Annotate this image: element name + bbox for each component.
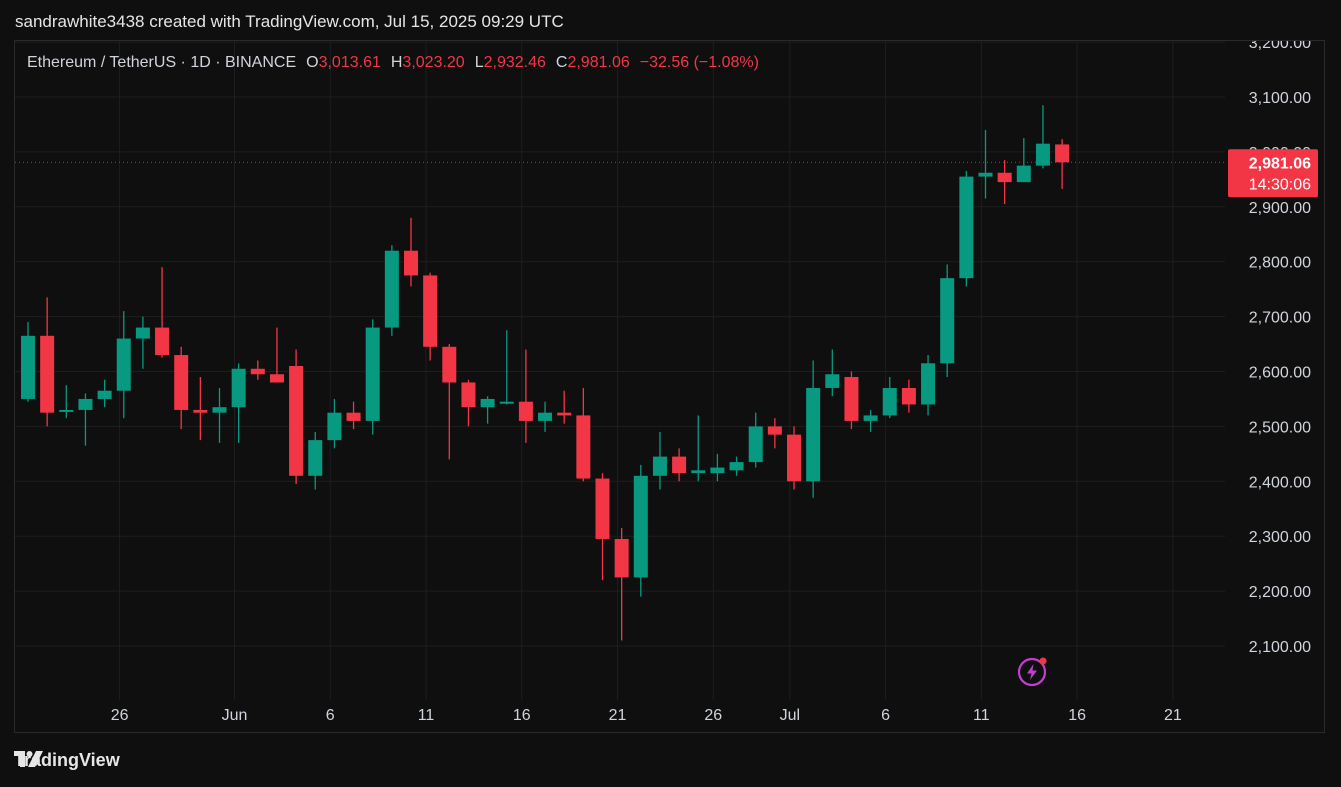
x-tick-label: Jul [780, 707, 800, 724]
candle-body [21, 335, 35, 399]
candle-body [97, 390, 112, 399]
candle-body [308, 440, 323, 476]
candle-body [116, 338, 131, 391]
y-tick-label: 2,200.00 [1249, 584, 1311, 601]
candle-body [59, 409, 74, 412]
y-tick-label: 2,700.00 [1249, 310, 1311, 327]
candle-body [193, 409, 208, 413]
x-tick-label: Jun [222, 707, 248, 724]
candle-body [327, 412, 342, 441]
candle-body [576, 415, 591, 479]
tradingview-footer[interactable]: TradingView [14, 750, 120, 771]
candle-body [825, 374, 840, 388]
y-tick-label: 2,400.00 [1249, 474, 1311, 491]
x-tick-label: 16 [513, 707, 531, 724]
change-value: −32.56 (−1.08%) [639, 54, 759, 71]
candle-body [921, 363, 936, 405]
candle-body [1016, 165, 1031, 183]
candle-body [1035, 143, 1050, 166]
open-label: O [306, 54, 319, 71]
bar-countdown: 14:30:06 [1249, 176, 1311, 193]
x-tick-label: 6 [881, 707, 890, 724]
high-value: 3,023.20 [402, 54, 465, 71]
candle-body [614, 538, 629, 578]
candle-body [844, 376, 859, 421]
x-tick-label: 26 [111, 707, 129, 724]
x-tick-label: 16 [1068, 707, 1086, 724]
candle-body [135, 327, 150, 339]
candlestick-chart[interactable]: 3,200.003,100.003,000.002,900.002,800.00… [0, 0, 1341, 787]
candle-body [269, 374, 284, 383]
candle-body [557, 412, 572, 416]
candle-body [480, 398, 495, 408]
x-tick-label: 21 [609, 707, 627, 724]
candle-body [901, 387, 916, 405]
candle-body [404, 250, 418, 276]
tradingview-logo-icon [14, 751, 43, 767]
low-value: 2,932.46 [483, 54, 546, 71]
candle-body [882, 387, 897, 416]
candle-body [423, 275, 438, 347]
candle-body [155, 327, 170, 356]
candle-body [729, 462, 744, 471]
candle-body [384, 250, 399, 328]
candle-body [863, 415, 878, 421]
x-tick-label: 6 [326, 707, 335, 724]
y-tick-label: 2,800.00 [1249, 255, 1311, 272]
candle-body [652, 456, 667, 476]
y-tick-label: 3,200.00 [1249, 35, 1311, 52]
open-value: 3,013.61 [318, 54, 381, 71]
candle-body [289, 366, 304, 476]
candle-body [518, 401, 533, 421]
y-tick-label: 3,100.00 [1249, 90, 1311, 107]
candle-body [959, 176, 974, 279]
candle-body [710, 467, 725, 474]
y-tick-label: 2,300.00 [1249, 529, 1311, 546]
candle-body [442, 346, 457, 383]
last-price-value: 2,981.06 [1249, 155, 1311, 172]
candle-body [767, 426, 782, 435]
y-tick-label: 2,600.00 [1249, 365, 1311, 382]
y-tick-label: 2,500.00 [1249, 419, 1311, 436]
candle-body [595, 478, 610, 539]
high-label: H [390, 54, 403, 71]
candle-body [633, 475, 648, 578]
candle-body [174, 355, 189, 410]
candle-body [748, 426, 763, 463]
candle-body [787, 434, 801, 482]
y-tick-label: 2,900.00 [1249, 200, 1311, 217]
candle-body [538, 412, 553, 421]
y-tick-label: 2,100.00 [1249, 639, 1311, 656]
lightning-icon[interactable] [1016, 656, 1048, 688]
candle-body [806, 387, 821, 482]
x-tick-label: 26 [704, 707, 722, 724]
candle-body [212, 407, 227, 413]
low-label: L [474, 54, 484, 71]
candle-body [365, 327, 380, 421]
candle-body [461, 382, 476, 408]
candle-body [346, 412, 361, 421]
candle-body [940, 278, 955, 364]
x-tick-label: 11 [973, 707, 990, 724]
candle-body [499, 401, 514, 404]
candle-body [40, 335, 55, 413]
ohlc-legend: Ethereum / TetherUS · 1D · BINANCE O3,013… [27, 54, 759, 72]
close-label: C [555, 54, 568, 71]
x-tick-label: 11 [418, 707, 435, 724]
candle-body [997, 172, 1012, 183]
candle-body [691, 470, 706, 474]
close-value: 2,981.06 [567, 54, 630, 71]
symbol-label[interactable]: Ethereum / TetherUS · 1D · BINANCE [27, 54, 296, 71]
x-tick-label: 21 [1164, 707, 1182, 724]
candle-body [78, 398, 93, 410]
candle-body [231, 368, 246, 408]
candle-body [672, 456, 687, 474]
candle-body [978, 172, 993, 177]
candle-body [1055, 144, 1070, 163]
candle-body [250, 368, 265, 375]
